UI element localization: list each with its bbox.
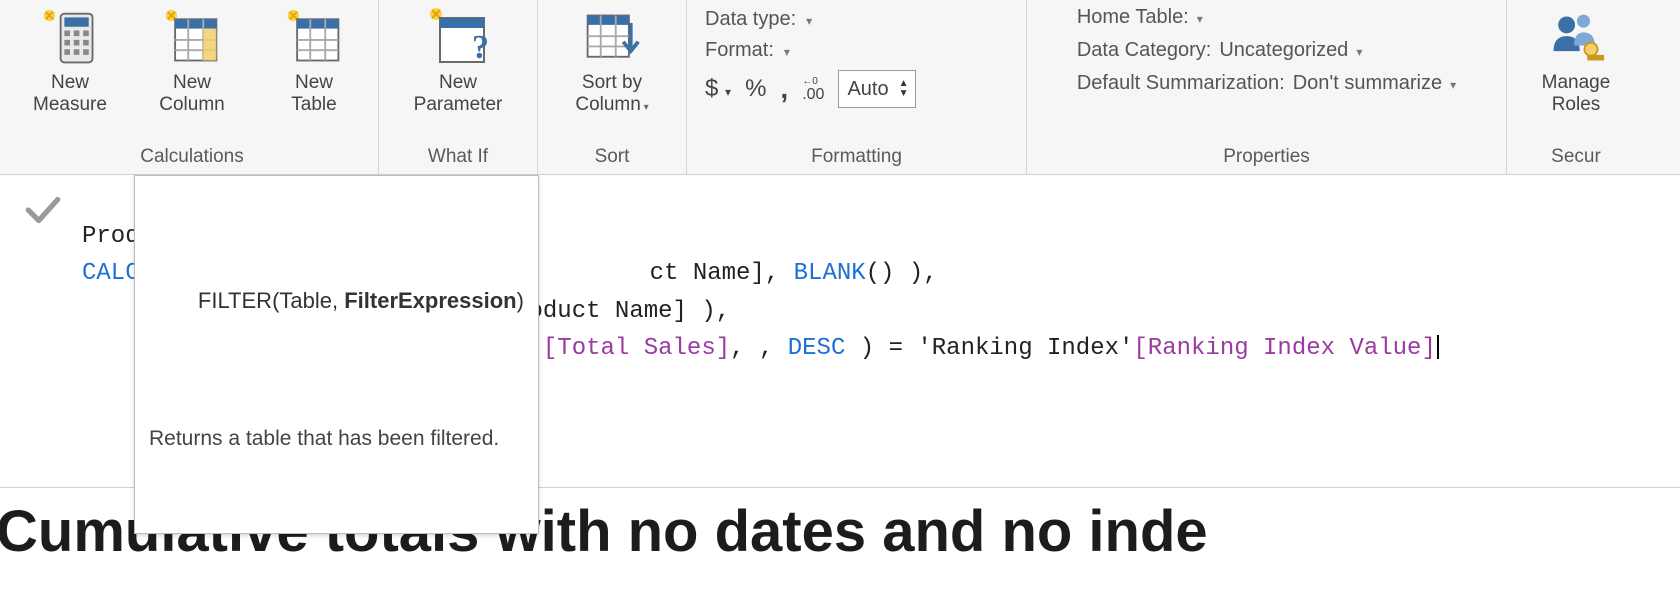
new-measure-button[interactable]: New Measure xyxy=(20,4,120,116)
percent-button[interactable]: % xyxy=(745,75,766,103)
table-icon xyxy=(282,6,346,70)
group-title-calculations: Calculations xyxy=(140,142,244,174)
formula-line4-mid: , , xyxy=(730,335,788,362)
sort-icon xyxy=(580,6,644,70)
summarization-label: Default Summarization: xyxy=(1077,72,1285,95)
tooltip-signature: FILTER(Table, FilterExpression) xyxy=(149,250,524,352)
sort-by-column-label: Sort by Column xyxy=(575,72,648,116)
currency-button[interactable]: $ ▾ xyxy=(705,75,731,103)
formula-line1-prefix: Prod xyxy=(82,223,140,250)
data-category-dropdown[interactable] xyxy=(1356,39,1362,62)
formula-line2-calc: CALC xyxy=(82,260,140,287)
group-title-security: Secur xyxy=(1551,142,1601,174)
data-type-dropdown[interactable] xyxy=(806,8,812,31)
ribbon-toolbar: New Measure xyxy=(0,0,1680,175)
formula-desc-kw: DESC xyxy=(788,335,846,362)
svg-text:?: ? xyxy=(472,29,489,66)
group-properties: Home Table: Data Category: Uncategorized… xyxy=(1027,0,1507,174)
sort-by-column-button[interactable]: Sort by Column xyxy=(552,4,672,116)
formula-line4-after: ) = 'Ranking Index' xyxy=(845,335,1133,362)
group-title-sort: Sort xyxy=(595,142,630,174)
formula-total-sales: [Total Sales] xyxy=(543,335,730,362)
tooltip-description: Returns a table that has been filtered. xyxy=(149,423,524,456)
data-type-label: Data type: xyxy=(705,8,796,31)
new-table-button[interactable]: New Table xyxy=(264,4,364,116)
group-sort: Sort by Column Sort xyxy=(538,0,687,174)
new-column-label: New Column xyxy=(159,72,224,116)
group-title-properties: Properties xyxy=(1223,142,1310,174)
group-security: Manage Roles Secur xyxy=(1507,0,1631,174)
manage-roles-button[interactable]: Manage Roles xyxy=(1521,4,1631,116)
group-formatting: Data type: Format: $ ▾ % , ←0 .00 Auto ▲… xyxy=(687,0,1027,174)
formula-line2-suffix2: () ), xyxy=(866,260,938,287)
group-title-whatif: What If xyxy=(428,142,488,174)
formula-line2-suffix1: ct Name], xyxy=(650,260,794,287)
roles-icon xyxy=(1544,6,1608,70)
decimal-places-value: Auto xyxy=(847,78,888,101)
format-label: Format: xyxy=(705,39,774,62)
decimal-places-spinner[interactable]: Auto ▲▼ xyxy=(838,70,915,108)
group-whatif: ? New Parameter What If xyxy=(379,0,538,174)
formula-blank-fn: BLANK xyxy=(794,260,866,287)
home-table-label: Home Table: xyxy=(1077,6,1189,29)
commit-check-button[interactable] xyxy=(8,181,78,231)
formula-bar[interactable]: Prod CALCct Name], BLANK() ), FILTER( VA… xyxy=(0,175,1680,488)
calculator-icon xyxy=(38,6,102,70)
group-title-formatting: Formatting xyxy=(705,142,1008,174)
data-category-label: Data Category: xyxy=(1077,39,1212,62)
new-parameter-button[interactable]: ? New Parameter xyxy=(393,4,523,116)
summarization-dropdown[interactable] xyxy=(1450,72,1456,95)
home-table-dropdown[interactable] xyxy=(1197,6,1203,29)
formula-ranking-col: [Ranking Index Value] xyxy=(1133,335,1435,362)
summarization-value: Don't summarize xyxy=(1293,72,1442,95)
table-column-icon xyxy=(160,6,224,70)
intellisense-tooltip: FILTER(Table, FilterExpression) Returns … xyxy=(134,175,539,534)
new-table-label: New Table xyxy=(291,72,336,116)
parameter-icon: ? xyxy=(426,6,490,70)
text-cursor xyxy=(1437,335,1439,359)
group-calculations: New Measure xyxy=(6,0,379,174)
new-parameter-label: New Parameter xyxy=(414,72,503,116)
format-dropdown[interactable] xyxy=(784,39,790,62)
manage-roles-label: Manage Roles xyxy=(1542,72,1611,116)
thousands-button[interactable]: , xyxy=(780,73,788,105)
data-category-value: Uncategorized xyxy=(1219,39,1348,62)
decimal-icon[interactable]: ←0 .00 xyxy=(802,78,824,104)
spinner-arrows-icon[interactable]: ▲▼ xyxy=(899,79,909,99)
formula-text[interactable]: Prod CALCct Name], BLANK() ), FILTER( VA… xyxy=(78,181,1439,479)
new-column-button[interactable]: New Column xyxy=(142,4,242,116)
new-measure-label: New Measure xyxy=(33,72,107,116)
